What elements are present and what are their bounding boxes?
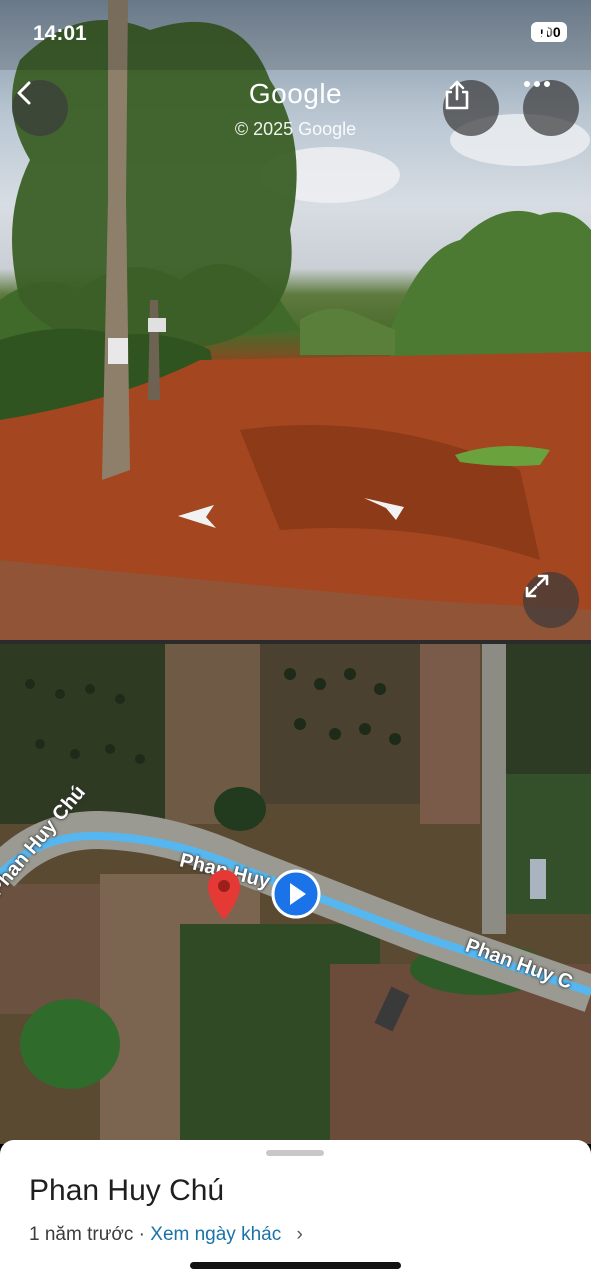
meta-separator: · bbox=[133, 1224, 151, 1245]
copyright-text: © 2025 Google bbox=[234, 119, 357, 139]
place-bottom-sheet[interactable]: Phan Huy Chú 1 năm trước · Xem ngày khác… bbox=[0, 1140, 591, 1280]
status-bar: 14:01 100 bbox=[0, 0, 591, 70]
google-brand: Google bbox=[248, 78, 343, 109]
more-horizontal-icon bbox=[524, 81, 550, 87]
status-time: 14:01 bbox=[33, 22, 87, 45]
home-indicator[interactable] bbox=[190, 1262, 401, 1269]
expand-icon bbox=[525, 574, 549, 598]
satellite-map[interactable]: Phan Huy Chú Phan Huy Chú Phan Huy C bbox=[0, 644, 591, 1144]
share-icon bbox=[445, 80, 469, 110]
capture-date: 1 năm trước bbox=[29, 1224, 134, 1245]
expand-button[interactable] bbox=[523, 572, 579, 628]
sheet-grabber[interactable] bbox=[266, 1150, 324, 1156]
chevron-right-icon[interactable]: › bbox=[297, 1224, 303, 1245]
other-dates-link[interactable]: Xem ngày khác bbox=[150, 1224, 281, 1245]
map-pin-icon[interactable] bbox=[202, 866, 246, 922]
street-view-panorama[interactable]: 14:01 100 Google © 2025 Google bbox=[0, 0, 591, 640]
more-options-button[interactable] bbox=[523, 80, 579, 136]
wifi-icon bbox=[531, 22, 555, 38]
status-icons: 100 bbox=[531, 22, 567, 42]
capture-info: 1 năm trước · Xem ngày khác › bbox=[29, 1224, 303, 1246]
share-button[interactable] bbox=[443, 80, 499, 136]
place-name: Phan Huy Chú bbox=[29, 1174, 225, 1207]
heading-marker-icon[interactable] bbox=[270, 868, 322, 920]
